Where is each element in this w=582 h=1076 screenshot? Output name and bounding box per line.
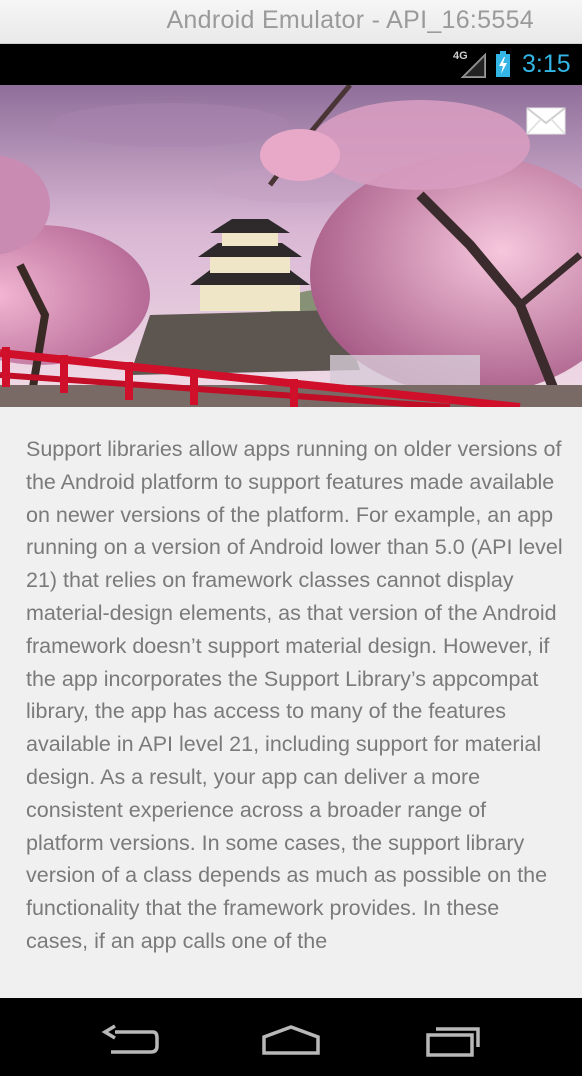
recents-button[interactable] [422, 1018, 486, 1062]
recents-icon [426, 1027, 480, 1057]
status-clock: 3:15 [522, 50, 571, 78]
window-title: Android Emulator - API_16:5554 [166, 6, 534, 34]
battery-charging-icon [496, 51, 510, 77]
article-text: Support libraries allow apps running on … [26, 437, 563, 953]
back-icon [101, 1024, 159, 1054]
status-bar [0, 44, 582, 85]
signal-icon [460, 52, 486, 78]
home-button[interactable] [259, 1018, 323, 1062]
back-button[interactable] [98, 1018, 162, 1062]
cherry-blossom-castle-image [0, 85, 582, 407]
mail-icon[interactable] [526, 106, 566, 136]
emulator-title-bar: Android Emulator - API_16:5554 [0, 0, 582, 44]
header-image [0, 85, 582, 407]
home-icon [262, 1025, 320, 1055]
